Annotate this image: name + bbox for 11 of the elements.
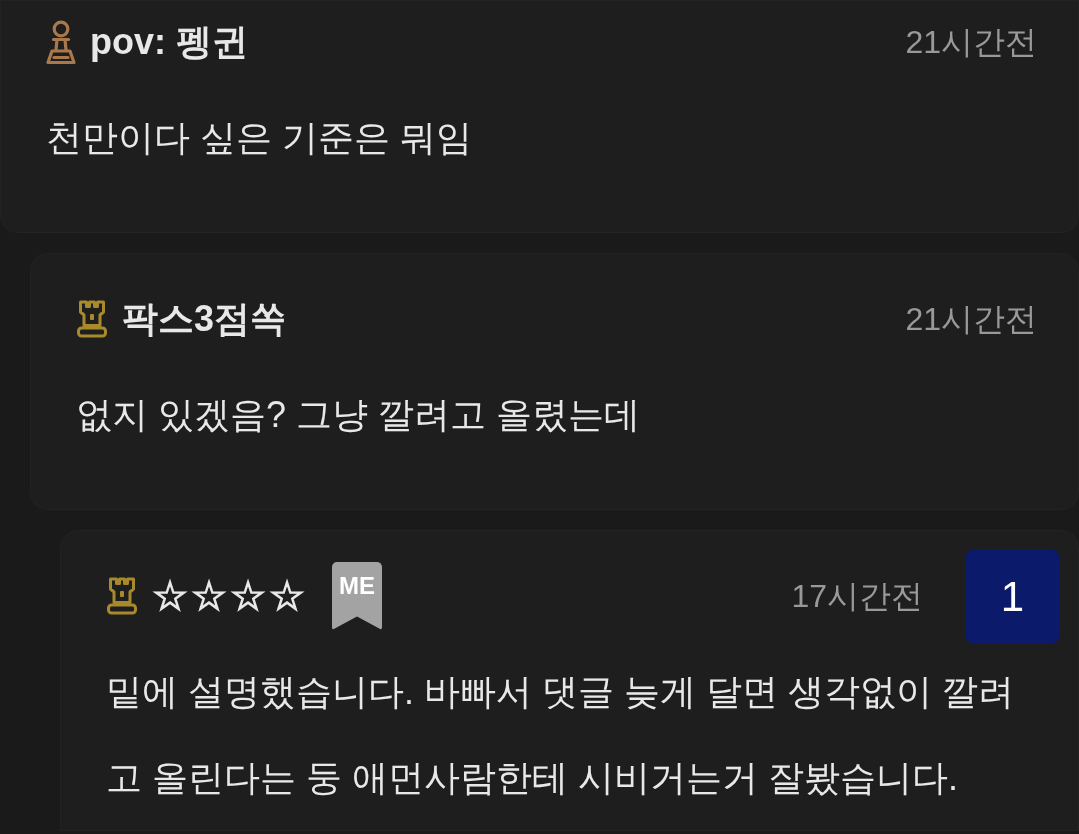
timestamp: 21시간전	[905, 23, 1037, 62]
author-name: ☆☆☆☆	[152, 574, 308, 618]
me-bookmark-badge: ME	[332, 562, 382, 630]
comment-text: 밑에 설명했습니다. 바빠서 댓글 늦게 달면 생각없이 깔려고 올린다는 둥 애먼사람한테 시비거는거 잘봤습니다.	[106, 670, 1015, 800]
number-badge: 1	[965, 548, 1060, 644]
author-name: pov: 펭귄	[90, 20, 248, 64]
author-name: 팍스3점쏙	[122, 297, 287, 341]
timestamp: 17시간전	[791, 577, 923, 616]
comment-text: 천만이다 싶은 기준은 뭐임	[46, 116, 473, 160]
comment-text: 없지 있겠음? 그냥 깔려고 올렸는데	[76, 393, 642, 437]
timestamp: 21시간전	[905, 300, 1037, 339]
